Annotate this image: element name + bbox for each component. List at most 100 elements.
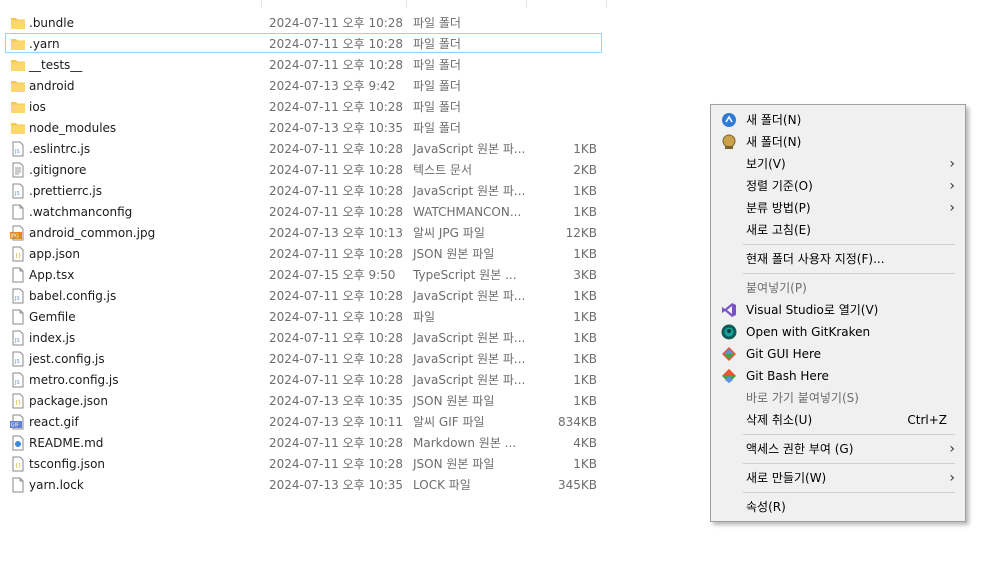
file-type: 알씨 GIF 파일	[413, 415, 485, 429]
file-row[interactable]: {} package.json 2024-07-13 오후 10:35 JSON 원본…	[5, 390, 602, 410]
file-type: TypeScript 원본 ...	[413, 268, 517, 282]
menu-item[interactable]: 액세스 권한 부여 (G) ›	[713, 438, 963, 460]
file-size: 1KB	[573, 205, 597, 219]
column-divider[interactable]	[526, 0, 527, 8]
folder-icon	[10, 99, 26, 115]
file-date: 2024-07-11 오후 10:28	[269, 247, 404, 261]
file-row[interactable]: JS babel.config.js 2024-07-11 오후 10:28 Java…	[5, 285, 602, 305]
column-divider[interactable]	[406, 0, 407, 8]
file-type: 파일 폴더	[413, 37, 461, 51]
file-name: android	[29, 79, 75, 93]
file-size: 1KB	[573, 142, 597, 156]
js-file-icon: JS	[10, 141, 26, 157]
file-row[interactable]: node_modules 2024-07-13 오후 10:35 파일 폴더	[5, 117, 602, 137]
menu-separator	[743, 434, 955, 435]
file-type: JavaScript 원본 파...	[413, 352, 526, 366]
file-size: 1KB	[573, 184, 597, 198]
file-size: 834KB	[557, 415, 597, 429]
menu-item[interactable]: 삭제 취소(U) Ctrl+Z	[713, 409, 963, 431]
file-row[interactable]: JS .eslintrc.js 2024-07-11 오후 10:28 JavaScr…	[5, 138, 602, 158]
menu-item: 바로 가기 붙여넣기(S)	[713, 387, 963, 409]
file-row[interactable]: JS metro.config.js 2024-07-11 오후 10:28 Java…	[5, 369, 602, 389]
file-list: .bundle 2024-07-11 오후 10:28 파일 폴더 .yarn 2024…	[0, 0, 608, 561]
file-row[interactable]: JS index.js 2024-07-11 오후 10:28 JavaScript …	[5, 327, 602, 347]
file-date: 2024-07-11 오후 10:28	[269, 436, 404, 450]
file-row[interactable]: .watchmanconfig 2024-07-11 오후 10:28 WATCHM…	[5, 201, 602, 221]
file-row[interactable]: yarn.lock 2024-07-13 오후 10:35 LOCK 파일 345KB	[5, 474, 602, 494]
file-date: 2024-07-13 오후 10:35	[269, 478, 404, 492]
file-row[interactable]: JS .prettierrc.js 2024-07-11 오후 10:28 JavaS…	[5, 180, 602, 200]
menu-item-label: 정렬 기준(O)	[746, 179, 813, 193]
file-row[interactable]: ios 2024-07-11 오후 10:28 파일 폴더	[5, 96, 602, 116]
menu-item[interactable]: Git Bash Here	[713, 365, 963, 387]
file-row[interactable]: Gemfile 2024-07-11 오후 10:28 파일 1KB	[5, 306, 602, 326]
menu-item[interactable]: 정렬 기준(O) ›	[713, 175, 963, 197]
file-date: 2024-07-13 오후 10:35	[269, 394, 404, 408]
column-divider[interactable]	[261, 0, 262, 8]
menu-item: 붙여넣기(P)	[713, 277, 963, 299]
file-size: 12KB	[565, 226, 597, 240]
file-date: 2024-07-11 오후 10:28	[269, 457, 404, 471]
menu-item[interactable]: 새 폴더(N)	[713, 131, 963, 153]
file-row[interactable]: __tests__ 2024-07-11 오후 10:28 파일 폴더	[5, 54, 602, 74]
blank-file-icon	[10, 309, 26, 325]
menu-item[interactable]: Open with GitKraken	[713, 321, 963, 343]
js-file-icon: JS	[10, 288, 26, 304]
file-name: .yarn	[29, 37, 60, 51]
context-menu: 새 폴더(N) 새 폴더(N) 보기(V) › 정렬 기준(O) › 분류 방법(P) › 새로…	[710, 104, 966, 522]
file-row[interactable]: .yarn 2024-07-11 오후 10:28 파일 폴더	[5, 33, 602, 53]
folder-icon	[10, 78, 26, 94]
new-folder-gold-icon	[721, 134, 737, 150]
file-date: 2024-07-13 오후 10:11	[269, 415, 404, 429]
file-size: 1KB	[573, 331, 597, 345]
file-name: .prettierrc.js	[29, 184, 103, 198]
file-row[interactable]: .bundle 2024-07-11 오후 10:28 파일 폴더	[5, 12, 602, 32]
menu-item[interactable]: 속성(R)	[713, 496, 963, 518]
file-date: 2024-07-11 오후 10:28	[269, 352, 404, 366]
menu-item[interactable]: 새로 만들기(W) ›	[713, 467, 963, 489]
file-row[interactable]: {} app.json 2024-07-11 오후 10:28 JSON 원본 파일 1…	[5, 243, 602, 263]
menu-item[interactable]: 보기(V) ›	[713, 153, 963, 175]
menu-item-label: 바로 가기 붙여넣기(S)	[746, 391, 859, 405]
file-type: Markdown 원본 ...	[413, 436, 517, 450]
folder-icon	[10, 57, 26, 73]
file-type: JSON 원본 파일	[413, 457, 495, 471]
menu-item[interactable]: 새로 고침(E)	[713, 219, 963, 241]
file-type: JSON 원본 파일	[413, 394, 495, 408]
file-type: JavaScript 원본 파...	[413, 184, 526, 198]
js-file-icon: JS	[10, 183, 26, 199]
file-row[interactable]: JS jest.config.js 2024-07-11 오후 10:28 JavaS…	[5, 348, 602, 368]
menu-item[interactable]: 새 폴더(N)	[713, 109, 963, 131]
file-row[interactable]: GIF react.gif 2024-07-13 오후 10:11 알씨 GIF 파일…	[5, 411, 602, 431]
file-type: 파일 폴더	[413, 58, 461, 72]
menu-separator	[743, 492, 955, 493]
file-row[interactable]: README.md 2024-07-11 오후 10:28 Markdown 원본 …	[5, 432, 602, 452]
svg-text:JS: JS	[14, 149, 20, 155]
menu-item[interactable]: Git GUI Here	[713, 343, 963, 365]
svg-text:JS: JS	[14, 296, 20, 302]
file-type: 파일 폴더	[413, 121, 461, 135]
js-file-icon: JS	[10, 351, 26, 367]
column-divider[interactable]	[606, 0, 607, 8]
file-row[interactable]: App.tsx 2024-07-15 오후 9:50 TypeScript 원본 .…	[5, 264, 602, 284]
jpg-file-icon: JPG	[10, 225, 26, 241]
file-size: 345KB	[557, 478, 597, 492]
file-name: .bundle	[29, 16, 74, 30]
file-row[interactable]: android 2024-07-13 오후 9:42 파일 폴더	[5, 75, 602, 95]
menu-separator	[743, 244, 955, 245]
file-row[interactable]: JPG android_common.jpg 2024-07-13 오후 10:13…	[5, 222, 602, 242]
file-row[interactable]: .gitignore 2024-07-11 오후 10:28 텍스트 문서 2KB	[5, 159, 602, 179]
file-name: README.md	[29, 436, 104, 450]
file-type: JSON 원본 파일	[413, 247, 495, 261]
file-name: yarn.lock	[29, 478, 84, 492]
menu-item-label: 분류 방법(P)	[746, 201, 811, 215]
file-name: jest.config.js	[29, 352, 105, 366]
file-row[interactable]: {} tsconfig.json 2024-07-11 오후 10:28 JSON 원…	[5, 453, 602, 473]
menu-item[interactable]: 분류 방법(P) ›	[713, 197, 963, 219]
menu-item-label: Visual Studio로 열기(V)	[746, 303, 879, 317]
file-type: LOCK 파일	[413, 478, 471, 492]
menu-item[interactable]: 현재 폴더 사용자 지정(F)...	[713, 248, 963, 270]
file-date: 2024-07-13 오후 10:13	[269, 226, 404, 240]
menu-item[interactable]: Visual Studio로 열기(V)	[713, 299, 963, 321]
chevron-right-icon: ›	[949, 200, 955, 216]
